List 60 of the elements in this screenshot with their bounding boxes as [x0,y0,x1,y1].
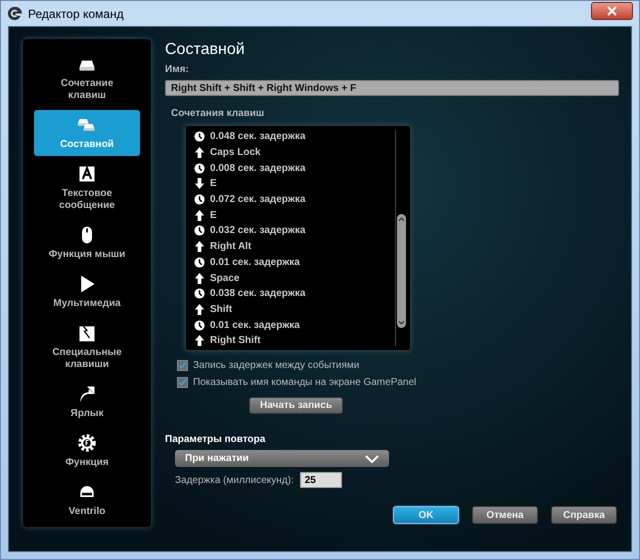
keystroke-event[interactable]: Right Alt [210,241,252,252]
page-heading: Составной [165,41,246,59]
section-label: Сочетания клавиш [171,108,266,119]
sidebar-item[interactable]: Мультимедиа [34,269,140,315]
keystroke-event[interactable]: E [210,178,217,190]
keystroke-event[interactable]: 0.008 сек. задержка [210,162,306,174]
gear-icon [77,433,97,453]
letter-icon [77,164,97,184]
chevron-down-icon [365,454,379,462]
checkbox-label: Запись задержек между событиями [193,360,360,371]
dialog-button[interactable]: Справка [551,506,617,524]
checkbox[interactable] [177,360,188,371]
keystroke-event[interactable]: Right Shift [210,335,261,346]
keystroke-event[interactable]: 0.038 сек. задержка [210,288,306,300]
keystroke-event[interactable]: 0.072 сек. задержка [210,194,306,206]
down-arrow-icon [194,178,205,190]
keystroke-event[interactable]: Space [210,272,240,284]
checkbox[interactable] [177,377,188,388]
sidebar-item[interactable]: Ventrilo [34,477,140,523]
clock-icon [194,162,205,174]
keystroke-event[interactable]: Caps Lock [210,147,261,158]
section-title: Параметры повтора [165,434,266,445]
dialog-button[interactable]: Отмена [472,506,538,524]
lightning-icon [77,323,97,343]
sidebar-item[interactable]: Специальные клавиши [34,318,140,376]
clock-icon [194,131,205,142]
up-arrow-icon [194,335,205,346]
scrollbar-thumb[interactable] [397,214,406,328]
sidebar-item[interactable]: Функция [34,428,140,474]
clock-icon [194,288,205,300]
delay-field[interactable]: 25 [300,472,342,488]
name-field[interactable]: Right Shift + Shift + Right Windows + F [165,80,619,96]
clock-icon [194,256,205,268]
keystroke-event[interactable]: E [210,210,217,221]
sidebar-item[interactable]: Сочетание клавиш [34,49,140,107]
window-title: Редактор команд [28,6,125,20]
up-arrow-icon [194,272,205,284]
record-button[interactable]: Начать запись [249,397,343,414]
close-icon [607,6,617,16]
field-label: Имя: [165,64,190,75]
keystroke-event[interactable]: 0.01 сек. задержка [210,320,300,331]
delay-label: Задержка (миллисекунд): [175,474,294,486]
sidebar-item[interactable]: Текстовое сообщение [34,159,140,217]
sidebar-item[interactable]: Ярлык [34,379,140,425]
up-arrow-icon [194,147,205,158]
checkbox-label: Показывать имя команды на экране GamePanel [193,377,416,388]
close-button[interactable] [591,2,633,20]
sidebar-item[interactable]: Функция мыши [34,220,140,266]
up-arrow-icon [194,210,205,221]
keystroke-event[interactable]: 0.01 сек. задержка [210,256,300,268]
clock-icon [194,225,205,236]
keystroke-event[interactable]: 0.032 сек. задержка [210,225,306,236]
keystroke-event[interactable]: 0.048 сек. задержка [210,131,306,142]
up-arrow-icon [194,304,205,315]
clock-icon [194,194,205,206]
keystroke-event[interactable]: Shift [210,304,232,315]
app-logo-icon [7,6,22,21]
repeat-dropdown[interactable]: При нажатии [175,450,389,467]
clock-icon [194,320,205,331]
up-arrow-icon [194,241,205,252]
